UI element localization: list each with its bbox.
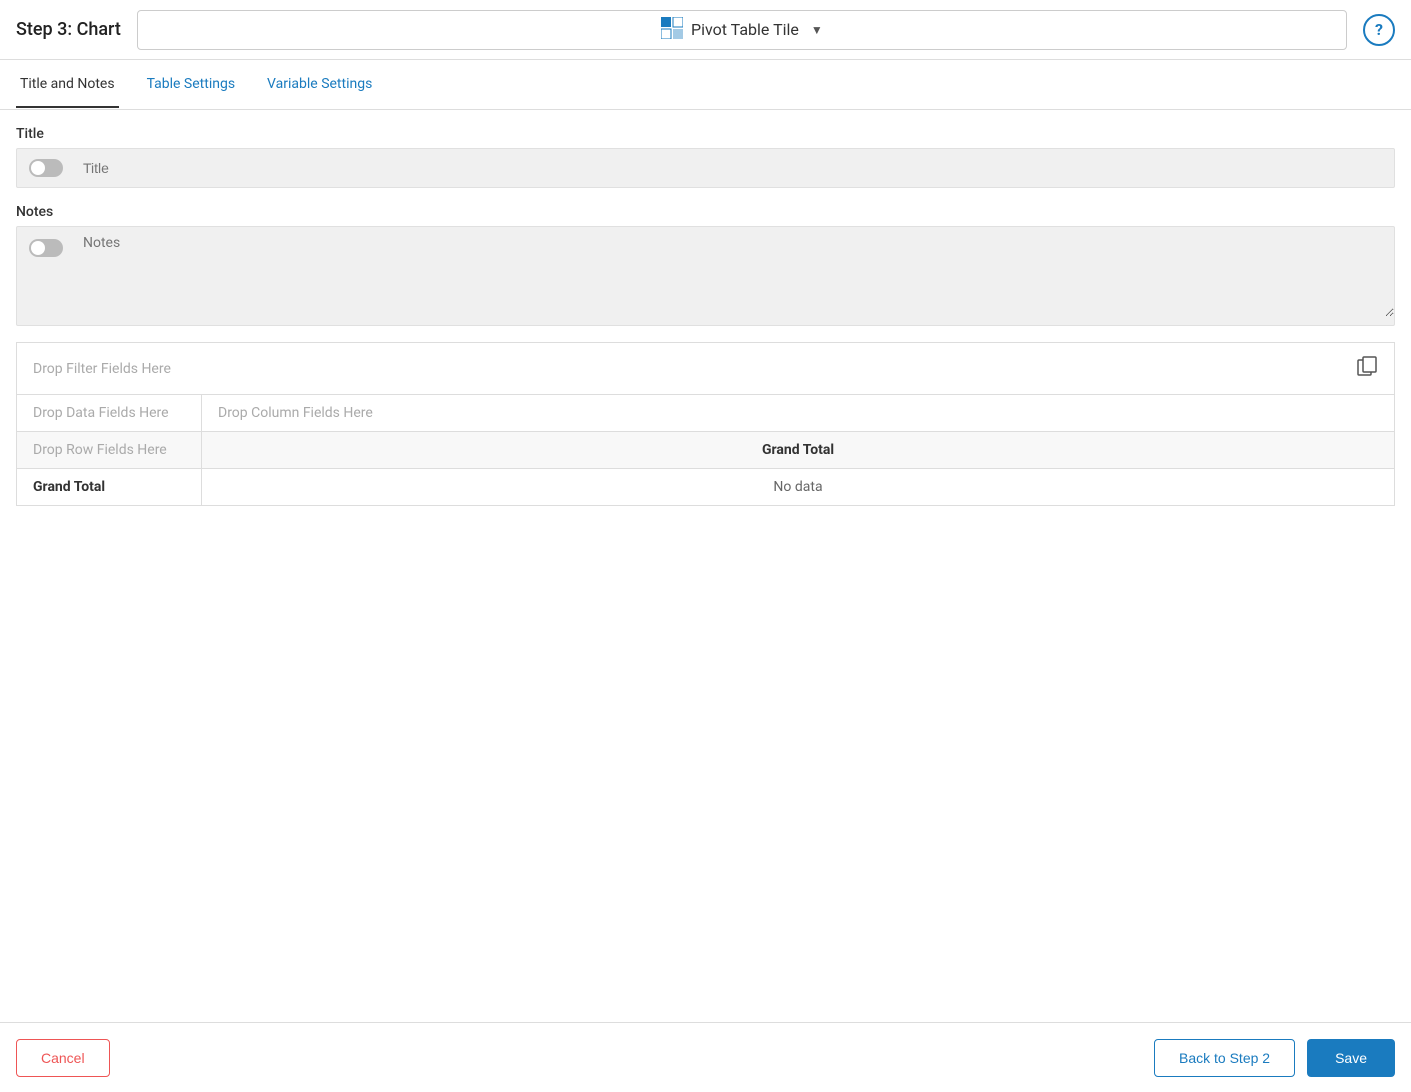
grand-total-header: Grand Total: [202, 432, 1394, 468]
step-title: Step 3: Chart: [16, 19, 121, 40]
footer: Cancel Back to Step 2 Save: [0, 1022, 1411, 1092]
filter-row: Drop Filter Fields Here: [17, 343, 1394, 395]
filter-drop-zone[interactable]: Drop Filter Fields Here: [33, 361, 171, 377]
no-data-cell: No data: [202, 469, 1394, 505]
notes-textarea[interactable]: [75, 227, 1394, 317]
pivot-table-area: Drop Filter Fields Here Drop Data Fields…: [16, 342, 1395, 506]
grand-total-label: Grand Total: [17, 469, 202, 505]
notes-row: [16, 226, 1395, 326]
main-content: Title Notes Drop Filter Fields Here: [0, 110, 1411, 506]
tab-title-notes[interactable]: Title and Notes: [16, 62, 119, 108]
tab-variable-settings[interactable]: Variable Settings: [263, 62, 376, 108]
title-toggle-wrap: [17, 159, 75, 177]
column-fields-drop-zone[interactable]: Drop Column Fields Here: [202, 395, 1394, 431]
title-toggle[interactable]: [29, 159, 63, 177]
data-column-row: Drop Data Fields Here Drop Column Fields…: [17, 395, 1394, 432]
data-fields-drop-zone[interactable]: Drop Data Fields Here: [17, 395, 202, 431]
grand-total-data-row: Grand Total No data: [17, 469, 1394, 505]
title-input[interactable]: [75, 160, 1394, 176]
save-button[interactable]: Save: [1307, 1039, 1395, 1077]
tile-name: Pivot Table Tile: [691, 20, 799, 39]
notes-toggle[interactable]: [29, 239, 63, 257]
header: Step 3: Chart Pivot Table Tile ▼ ?: [0, 0, 1411, 60]
title-section-label: Title: [16, 126, 1395, 142]
row-grand-header-row: Drop Row Fields Here Grand Total: [17, 432, 1394, 469]
pivot-table-icon: [661, 17, 683, 43]
copy-layout-icon[interactable]: [1356, 355, 1378, 382]
notes-section: Notes: [16, 204, 1395, 326]
back-to-step-button[interactable]: Back to Step 2: [1154, 1039, 1295, 1077]
help-button[interactable]: ?: [1363, 14, 1395, 46]
notes-toggle-wrap: [17, 227, 75, 269]
title-row: [16, 148, 1395, 188]
tab-table-settings[interactable]: Table Settings: [143, 62, 239, 108]
tile-selector[interactable]: Pivot Table Tile ▼: [137, 10, 1347, 50]
row-fields-drop-zone[interactable]: Drop Row Fields Here: [17, 432, 202, 468]
tabs-bar: Title and Notes Table Settings Variable …: [0, 60, 1411, 110]
footer-right: Back to Step 2 Save: [1154, 1039, 1395, 1077]
notes-section-label: Notes: [16, 204, 1395, 220]
cancel-button[interactable]: Cancel: [16, 1039, 110, 1077]
dropdown-arrow-icon: ▼: [811, 23, 823, 37]
